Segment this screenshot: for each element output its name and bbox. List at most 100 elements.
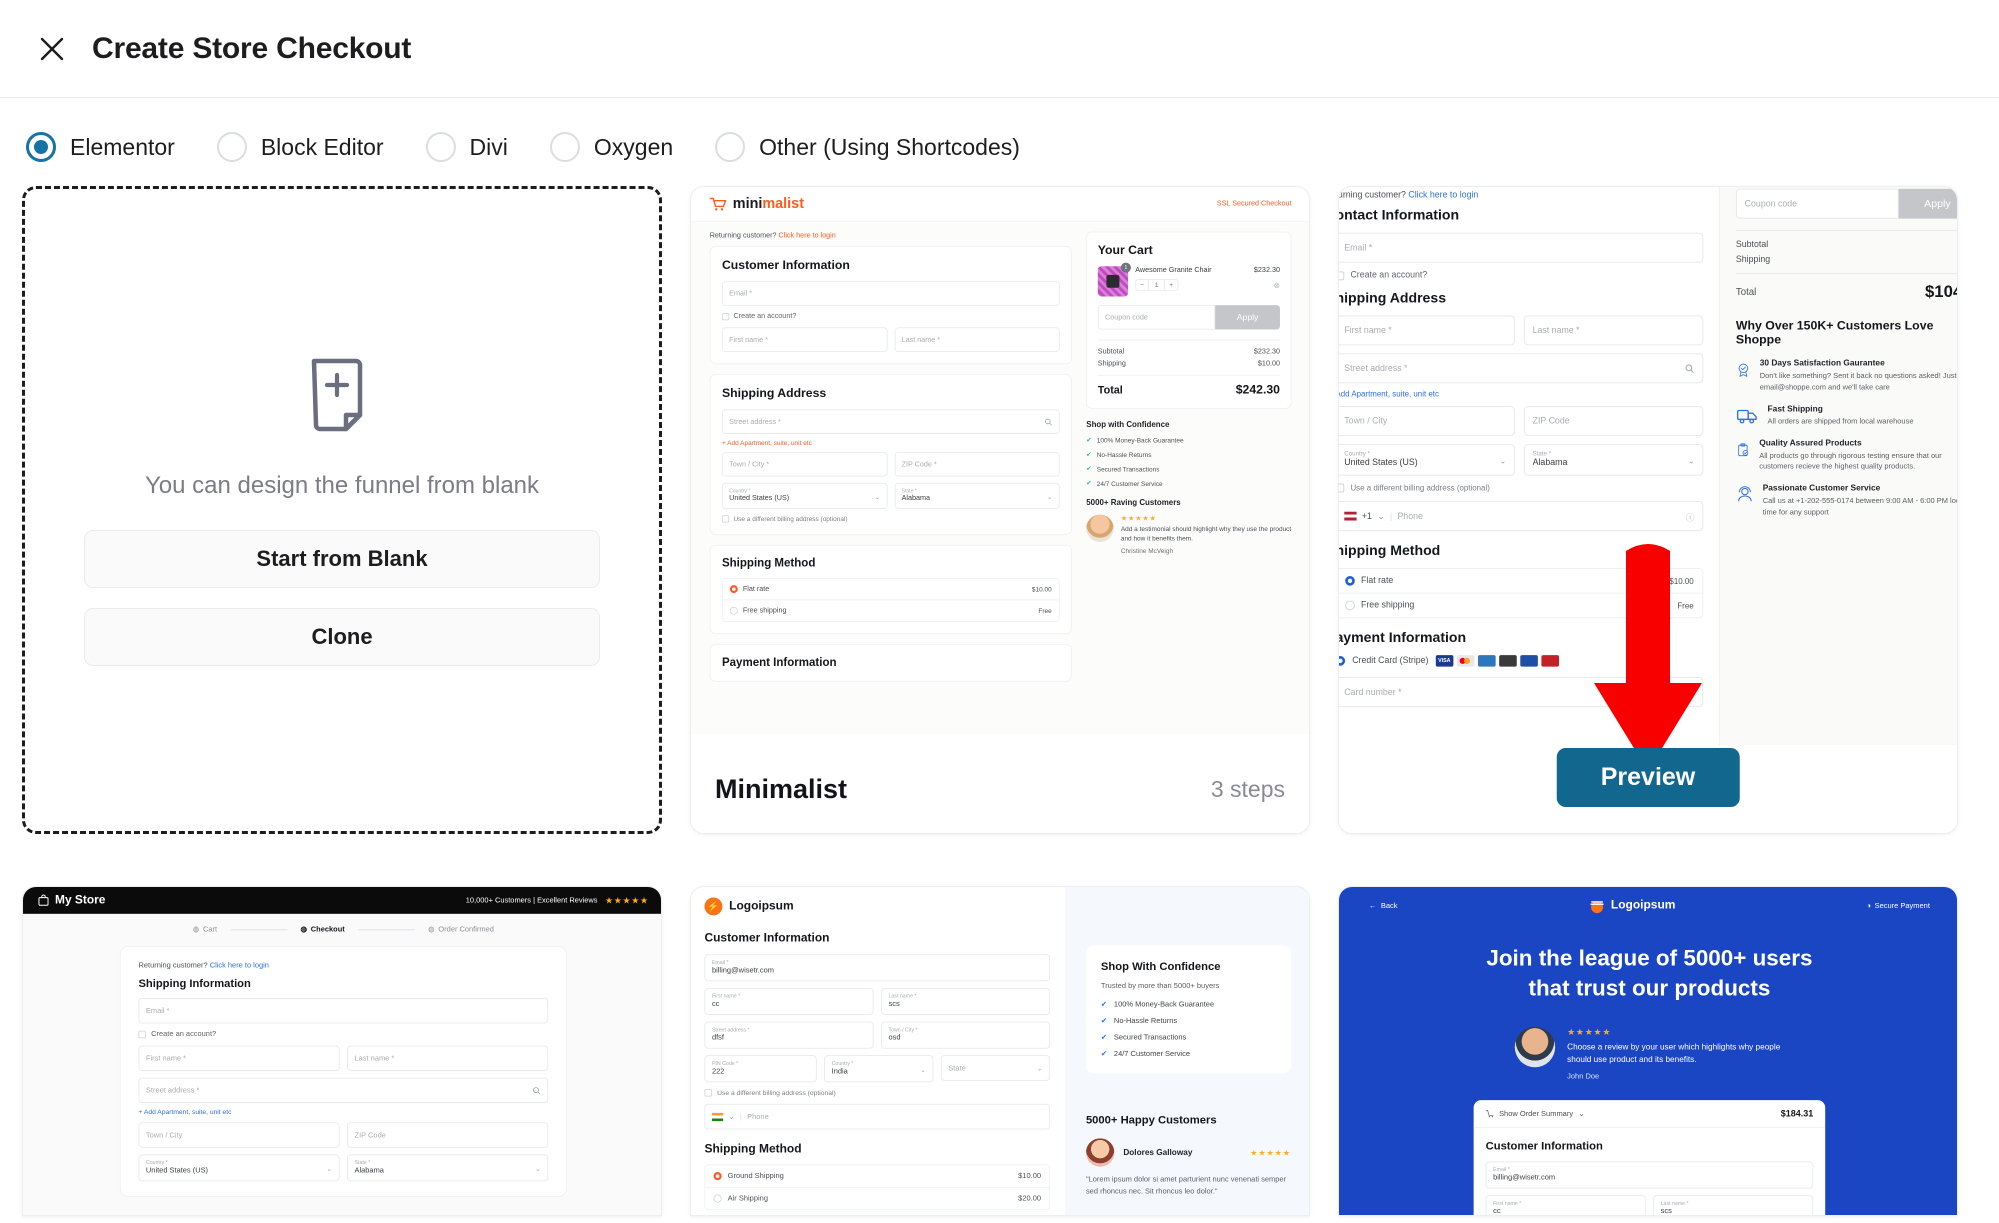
benefit-title: Passionate Customer Service	[1762, 483, 1881, 494]
cart-icon	[1485, 1110, 1494, 1118]
shipping-option-air[interactable]: Air Shipping $20.00	[705, 1188, 1049, 1210]
cart-title: Your Cart	[1097, 243, 1153, 257]
subtotal-label: Subtotal	[1097, 347, 1125, 356]
shipping-option-free[interactable]: Free shipping Free	[723, 600, 1059, 621]
coupon-input[interactable]: Coupon code	[1735, 188, 1899, 219]
street-address-field[interactable]: Street address *	[721, 409, 1060, 434]
shipping-option-flat-rate[interactable]: Flat rate $10.00	[722, 579, 1059, 601]
state-select[interactable]: State * Alabama ⌄	[347, 1154, 549, 1182]
template-card-my-store[interactable]: My Store 10,000+ Customers | Excellent R…	[22, 886, 662, 1216]
cart-badge: 1	[1120, 262, 1131, 273]
coupon-input[interactable]: Coupon code	[1097, 305, 1216, 330]
start-from-blank-button[interactable]: Start from Blank	[84, 529, 600, 588]
shipping-option-free[interactable]: Free shipping Free	[1339, 594, 1702, 618]
radio-other-shortcodes[interactable]: Other (Using Shortcodes)	[715, 132, 1020, 162]
different-billing-label: Use a different billing address (optiona…	[1350, 483, 1490, 493]
first-name-field[interactable]: First name *	[721, 327, 888, 352]
email-field[interactable]: Email *	[721, 281, 1060, 306]
pin-code-field[interactable]: PIN Code * 222	[704, 1055, 817, 1083]
radio-elementor[interactable]: Elementor	[26, 132, 175, 162]
add-apartment-link[interactable]: Add Apartment, suite, unit etc	[1339, 389, 1703, 398]
template-card-minimalist[interactable]: minimalist SSL Secured Checkout Returnin…	[690, 186, 1310, 834]
radio-oxygen[interactable]: Oxygen	[549, 132, 673, 162]
quantity-stepper[interactable]: − 1 +	[1135, 279, 1179, 291]
street-address-field[interactable]: Street address *	[1339, 353, 1704, 384]
first-name-field[interactable]: First name *	[138, 1045, 340, 1072]
shipping-option-price: $10.00	[1669, 576, 1694, 586]
step-cart[interactable]: ◍ Cart	[193, 926, 217, 934]
login-link[interactable]: Click here to login	[1408, 191, 1478, 201]
country-select[interactable]: Country * United States (US) ⌄	[138, 1154, 340, 1182]
apply-coupon-button[interactable]: Apply	[1215, 305, 1280, 330]
template-card-logoipsum-light[interactable]: ⚡ Logoipsum Customer Information Email *…	[690, 886, 1310, 1216]
zip-code-field[interactable]: ZIP Code	[347, 1122, 549, 1148]
phone-field[interactable]: ⌄ | Phone	[704, 1103, 1051, 1130]
first-name-field[interactable]: First name * cc	[1485, 1195, 1646, 1215]
card-icon	[1683, 688, 1695, 697]
apply-coupon-button[interactable]: Apply	[1898, 188, 1957, 219]
shipping-option-ground[interactable]: Ground Shipping $10.00	[705, 1165, 1050, 1188]
create-account-label: Create an account?	[733, 312, 797, 321]
country-select[interactable]: Country * United States (US) ⌄	[1339, 443, 1515, 476]
order-summary-toggle[interactable]: Show Order Summary ⌄	[1485, 1109, 1585, 1118]
email-field[interactable]: Email * billing@wisetr.com	[1485, 1161, 1814, 1189]
shipping-option-price: Free	[1038, 607, 1052, 615]
card-number-field[interactable]: Card number *	[1339, 677, 1704, 708]
brand-name: minimalist	[732, 195, 804, 212]
section-customer-information: Customer Information	[721, 258, 850, 272]
town-city-field[interactable]: Town / City	[1339, 406, 1515, 437]
radio-block-editor[interactable]: Block Editor	[216, 132, 384, 162]
close-button[interactable]	[30, 27, 74, 71]
create-account-checkbox[interactable]	[1339, 271, 1345, 280]
add-apartment-link[interactable]: + Add Apartment, suite, unit etc	[138, 1108, 548, 1115]
last-name-field[interactable]: Last name * scs	[1653, 1195, 1814, 1215]
create-account-checkbox[interactable]	[721, 312, 730, 320]
last-name-field[interactable]: Last name *	[894, 327, 1060, 352]
last-name-field[interactable]: Last name * scs	[880, 987, 1051, 1015]
email-field[interactable]: Email *	[138, 998, 549, 1024]
different-billing-checkbox[interactable]	[1339, 483, 1345, 493]
last-name-field[interactable]: Last name *	[1523, 315, 1704, 346]
benefit-body: Call us at +1-202-555-0174 between 9:00 …	[1762, 495, 1957, 516]
state-select[interactable]: State ⌄	[940, 1055, 1051, 1081]
state-select[interactable]: State * Alabama ⌄	[1523, 443, 1704, 476]
state-select[interactable]: State * Alabama ⌄	[894, 482, 1060, 509]
zip-code-field[interactable]: ZIP Code	[1523, 406, 1704, 437]
create-account-checkbox[interactable]	[138, 1030, 146, 1038]
step-checkout[interactable]: ◍ Checkout	[301, 926, 345, 934]
payment-method-credit-card[interactable]: Credit Card (Stripe) VISA	[1339, 655, 1703, 667]
step-order-confirmed[interactable]: ◍ Order Confirmed	[428, 926, 494, 934]
template-card-logoipsum-blue[interactable]: ← Back Logoipsum ◑ Secure Payment Join the…	[1338, 886, 1958, 1216]
blank-funnel-card[interactable]: You can design the funnel from blank Sta…	[22, 186, 662, 834]
section-customer-information: Customer Information	[704, 931, 830, 945]
template-card-hovered[interactable]: turning customer? Click here to login on…	[1338, 186, 1958, 834]
country-select[interactable]: Country * India ⌄	[824, 1055, 934, 1083]
first-name-field[interactable]: First name * cc	[704, 987, 874, 1015]
phone-field[interactable]: +1 ⌄ | Phone ⓘ	[1339, 501, 1704, 532]
different-billing-checkbox[interactable]	[721, 515, 730, 523]
town-value: osd	[888, 1033, 901, 1042]
country-select[interactable]: Country * United States (US) ⌄	[721, 482, 888, 509]
clone-button[interactable]: Clone	[84, 607, 600, 666]
different-billing-checkbox[interactable]	[704, 1088, 712, 1097]
preview-button[interactable]: Preview	[1556, 748, 1740, 807]
email-field[interactable]: Email *	[1339, 232, 1704, 263]
town-city-field[interactable]: Town / City *	[721, 451, 888, 477]
first-name-field[interactable]: First name *	[1339, 315, 1515, 346]
add-apartment-link[interactable]: + Add Apartment, suite, unit etc	[722, 439, 1060, 446]
remove-item-icon[interactable]: ⊗	[1273, 280, 1280, 290]
section-customer-information: Customer Information	[1485, 1140, 1603, 1153]
street-address-field[interactable]: Street address *	[138, 1077, 549, 1104]
login-link[interactable]: Click here to login	[210, 962, 269, 970]
town-city-field[interactable]: Town / City * osd	[880, 1021, 1051, 1049]
last-name-field[interactable]: Last name *	[347, 1045, 549, 1072]
login-link[interactable]: Click here to login	[779, 232, 836, 240]
street-address-field[interactable]: Street address * dfsf	[704, 1021, 874, 1049]
town-city-field[interactable]: Town / City	[138, 1122, 340, 1148]
back-button[interactable]: ← Back	[1369, 902, 1398, 910]
section-shipping-address: hipping Address	[1339, 290, 1447, 306]
radio-divi[interactable]: Divi	[425, 132, 508, 162]
email-field[interactable]: Email * billing@wisetr.com	[704, 954, 1051, 982]
shipping-option-flat-rate[interactable]: Flat rate $10.00	[1339, 569, 1703, 594]
zip-code-field[interactable]: ZIP Code *	[894, 451, 1060, 477]
